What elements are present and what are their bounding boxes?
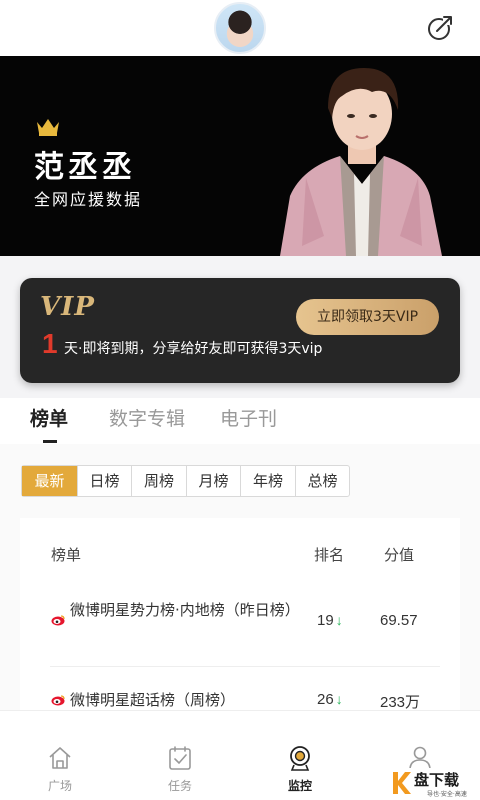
- table-row-score: 233万: [380, 694, 421, 711]
- header-rank: 排名: [314, 546, 345, 564]
- top-bar: [0, 0, 480, 56]
- star-portrait-image: [280, 68, 442, 256]
- nav-tasks[interactable]: 任务: [140, 711, 220, 800]
- tab-ranking[interactable]: 榜单: [30, 404, 68, 431]
- filter-latest[interactable]: 最新: [22, 466, 78, 496]
- monitor-icon: [290, 746, 310, 771]
- nav-monitor[interactable]: 监控: [260, 711, 340, 800]
- nav-label: 任务: [167, 779, 192, 793]
- nav-label: 广场: [47, 779, 72, 793]
- vip-expiry-message: 天·即将到期，分享给好友即可获得3天vip: [64, 341, 323, 357]
- vip-days-remaining: 1: [42, 328, 58, 359]
- hero-banner: 范丞丞 全网应援数据: [0, 56, 480, 256]
- avatar-icon[interactable]: [214, 2, 266, 54]
- home-icon: [49, 747, 71, 769]
- filter-yearly[interactable]: 年榜: [241, 466, 296, 496]
- table-row-name[interactable]: 微博明星势力榜·内地榜（昨日榜）: [70, 598, 306, 622]
- hero-subtitle: 全网应援数据: [34, 190, 143, 209]
- ranking-table: 榜单 排名 分值 微博明星势力榜·内地榜（昨日榜） 19 ↓ 69.57 微博明星…: [20, 518, 460, 718]
- filter-weekly[interactable]: 周榜: [132, 466, 187, 496]
- header-score: 分值: [384, 546, 415, 564]
- crown-icon: [37, 119, 59, 136]
- nav-label: 监控: [287, 779, 312, 793]
- rank-value: 19: [317, 612, 334, 629]
- table-row-score: 69.57: [380, 612, 418, 629]
- table-row-name[interactable]: 微博明星超话榜（周榜）: [70, 688, 306, 712]
- task-icon: [169, 746, 191, 770]
- app-screen: 范丞丞 全网应援数据 VIP 立即领取3天VIP 1 天·即将到期，分享给好友即…: [0, 0, 480, 800]
- rank-value: 26: [317, 691, 334, 708]
- main-tabs: 榜单 数字专辑 电子刊: [0, 398, 480, 444]
- share-icon[interactable]: [426, 14, 454, 42]
- filter-monthly[interactable]: 月榜: [187, 466, 241, 496]
- weibo-icon: [51, 695, 65, 706]
- filter-daily[interactable]: 日榜: [78, 466, 132, 496]
- period-filter: 最新 日榜 周榜 月榜 年榜 总榜: [21, 465, 350, 497]
- tab-digital-album[interactable]: 数字专辑: [109, 404, 185, 431]
- trend-down-icon: ↓: [335, 691, 343, 707]
- tab-e-magazine[interactable]: 电子刊: [220, 404, 277, 431]
- nav-plaza[interactable]: 广场: [20, 711, 100, 800]
- table-row-rank: 19 ↓: [317, 612, 343, 629]
- star-name: 范丞丞: [34, 150, 136, 185]
- vip-card: VIP 立即领取3天VIP 1 天·即将到期，分享给好友即可获得3天vip: [20, 278, 460, 383]
- watermark-badge: 盘下载 导也·安全·高速: [384, 768, 480, 800]
- watermark-text: 盘下载: [414, 771, 460, 789]
- header-list: 榜单: [51, 546, 82, 564]
- vip-logo: VIP: [40, 292, 95, 322]
- weibo-icon: [51, 615, 65, 626]
- trend-down-icon: ↓: [335, 612, 343, 628]
- claim-vip-button[interactable]: 立即领取3天VIP: [296, 299, 439, 335]
- k-logo-icon: [393, 772, 411, 794]
- filter-total[interactable]: 总榜: [296, 466, 349, 496]
- active-tab-indicator: [43, 440, 57, 443]
- row-divider: [50, 666, 440, 667]
- table-row-rank: 26 ↓: [317, 691, 343, 708]
- watermark-subtext: 导也·安全·高速: [427, 791, 467, 798]
